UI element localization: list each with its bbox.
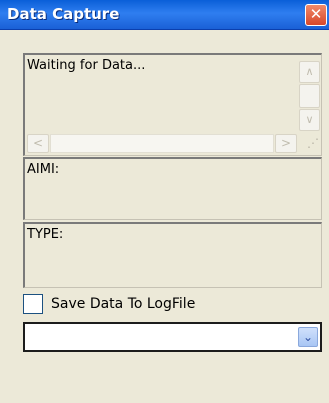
aimi-box: AIMI: [23,157,322,220]
chevron-down-icon: ∨ [305,113,314,126]
data-capture-window: Data Capture ✕ Waiting for Data... ∧ ∨ <… [0,0,329,403]
scroll-right-button[interactable]: > [275,134,297,153]
vertical-scroll-thumb[interactable] [299,84,320,108]
chevron-right-icon: > [280,136,292,150]
logfile-combobox[interactable]: ⌄ [23,322,322,352]
data-output-text: Waiting for Data... [27,58,146,73]
scroll-left-button[interactable]: < [27,134,49,153]
horizontal-scrollbar[interactable]: < > [27,134,297,153]
chevron-left-icon: < [32,136,44,150]
scroll-up-button[interactable]: ∧ [299,61,320,83]
save-to-logfile-label[interactable]: Save Data To LogFile [51,296,195,312]
dropdown-button[interactable]: ⌄ [298,327,318,347]
type-box: TYPE: [23,222,322,288]
save-to-logfile-checkbox[interactable] [23,294,43,314]
scroll-down-button[interactable]: ∨ [299,109,320,131]
aimi-label: AIMI: [27,162,60,177]
close-icon: ✕ [309,5,323,23]
vertical-scrollbar[interactable]: ∧ ∨ [299,57,320,134]
horizontal-scroll-track[interactable] [50,134,274,153]
type-label: TYPE: [27,227,64,242]
chevron-up-icon: ∧ [305,65,314,78]
resize-grip-icon[interactable]: ⋰ [297,134,319,153]
window-title: Data Capture [7,5,120,23]
data-output-box[interactable]: Waiting for Data... ∧ ∨ < > ⋰ [23,53,322,156]
title-bar[interactable]: Data Capture ✕ [0,0,329,30]
chevron-down-icon: ⌄ [302,330,314,344]
close-button[interactable]: ✕ [305,4,327,26]
